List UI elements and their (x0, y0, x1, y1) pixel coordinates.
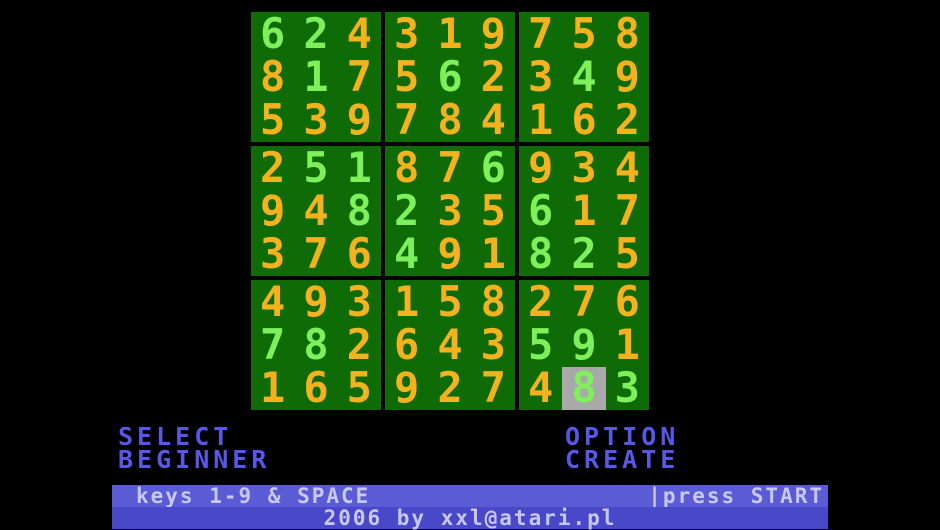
sudoku-cell[interactable]: 5 (251, 99, 294, 142)
sudoku-cell[interactable]: 9 (562, 323, 605, 366)
sudoku-cell[interactable]: 1 (251, 367, 294, 410)
sudoku-cell[interactable]: 5 (562, 12, 605, 55)
sudoku-cell[interactable]: 2 (519, 280, 562, 323)
sudoku-cell[interactable]: 8 (385, 146, 428, 189)
sudoku-cell[interactable]: 6 (562, 99, 605, 142)
sudoku-cell[interactable]: 1 (294, 55, 337, 98)
sudoku-cell[interactable]: 2 (294, 12, 337, 55)
sudoku-cell[interactable]: 4 (606, 146, 649, 189)
sudoku-cell[interactable]: 9 (294, 280, 337, 323)
sudoku-cell[interactable]: 2 (606, 99, 649, 142)
sudoku-cell[interactable]: 6 (385, 323, 428, 366)
sudoku-cell[interactable]: 2 (428, 367, 471, 410)
sudoku-cell[interactable]: 7 (428, 146, 471, 189)
sudoku-cell[interactable]: 6 (606, 280, 649, 323)
sudoku-cell[interactable]: 3 (385, 12, 428, 55)
sudoku-cell[interactable]: 3 (338, 280, 381, 323)
difficulty-value[interactable]: BEGINNER (118, 447, 270, 472)
sudoku-cell[interactable]: 9 (519, 146, 562, 189)
sudoku-cell[interactable]: 4 (519, 367, 562, 410)
sudoku-cell[interactable]: 5 (294, 146, 337, 189)
sudoku-cell[interactable]: 3 (428, 189, 471, 232)
sudoku-cell[interactable]: 9 (472, 12, 515, 55)
sudoku-cell[interactable]: 6 (251, 12, 294, 55)
sudoku-box: 934 617 825 (519, 146, 649, 276)
sudoku-box: 876 235 491 (385, 146, 515, 276)
sudoku-cell[interactable]: 8 (338, 189, 381, 232)
sudoku-cell[interactable]: 8 (519, 233, 562, 276)
sudoku-cell[interactable]: 2 (562, 233, 605, 276)
sudoku-cell[interactable]: 4 (251, 280, 294, 323)
sudoku-cell[interactable]: 1 (519, 99, 562, 142)
sudoku-box: 251 948 376 (251, 146, 381, 276)
status-bar: keys 1-9 & SPACE |press START (112, 484, 828, 508)
sudoku-cell[interactable]: 4 (338, 12, 381, 55)
sudoku-cell[interactable]: 9 (428, 233, 471, 276)
sudoku-cell[interactable]: 1 (338, 146, 381, 189)
sudoku-cell[interactable]: 4 (562, 55, 605, 98)
sudoku-cell[interactable]: 2 (251, 146, 294, 189)
sudoku-cell[interactable]: 4 (294, 189, 337, 232)
start-hint: |press START (648, 484, 824, 508)
sudoku-box: 758 349 162 (519, 12, 649, 142)
sudoku-box: 624 817 539 (251, 12, 381, 142)
sudoku-cell[interactable]: 3 (562, 146, 605, 189)
sudoku-board: 6248175393195627847583491622519483768762… (251, 12, 649, 410)
sudoku-box: 319 562 784 (385, 12, 515, 142)
sudoku-cell[interactable]: 4 (472, 99, 515, 142)
sudoku-box: 493 782 165 (251, 280, 381, 410)
sudoku-cell[interactable]: 7 (385, 99, 428, 142)
sudoku-cell[interactable]: 6 (428, 55, 471, 98)
sudoku-cell[interactable]: 7 (294, 233, 337, 276)
sudoku-cell[interactable]: 2 (385, 189, 428, 232)
sudoku-cell[interactable]: 5 (428, 280, 471, 323)
sudoku-cell[interactable]: 4 (385, 233, 428, 276)
sudoku-cell[interactable]: 8 (294, 323, 337, 366)
sudoku-cell[interactable]: 6 (338, 233, 381, 276)
sudoku-cell[interactable]: 7 (606, 189, 649, 232)
sudoku-cell[interactable]: 6 (519, 189, 562, 232)
sudoku-cell[interactable]: 5 (385, 55, 428, 98)
sudoku-cell[interactable]: 6 (294, 367, 337, 410)
sudoku-cell[interactable]: 6 (472, 146, 515, 189)
credits-bar: 2006 by xxl@atari.pl (112, 506, 828, 530)
sudoku-cell[interactable]: 3 (606, 367, 649, 410)
cursor-cell[interactable]: 8 (562, 367, 606, 410)
sudoku-cell[interactable]: 1 (562, 189, 605, 232)
sudoku-box: 276 591 483 (519, 280, 649, 410)
sudoku-cell[interactable]: 3 (472, 323, 515, 366)
sudoku-cell[interactable]: 8 (428, 99, 471, 142)
sudoku-cell[interactable]: 4 (428, 323, 471, 366)
sudoku-cell[interactable]: 1 (606, 323, 649, 366)
sudoku-cell[interactable]: 9 (338, 99, 381, 142)
sudoku-cell[interactable]: 2 (472, 55, 515, 98)
sudoku-cell[interactable]: 1 (472, 233, 515, 276)
sudoku-cell[interactable]: 7 (519, 12, 562, 55)
sudoku-cell[interactable]: 8 (472, 280, 515, 323)
sudoku-cell[interactable]: 9 (385, 367, 428, 410)
sudoku-cell[interactable]: 7 (472, 367, 515, 410)
keys-hint: keys 1-9 & SPACE (136, 484, 371, 508)
sudoku-cell[interactable]: 7 (338, 55, 381, 98)
sudoku-cell[interactable]: 9 (251, 189, 294, 232)
sudoku-cell[interactable]: 5 (472, 189, 515, 232)
sudoku-cell[interactable]: 2 (338, 323, 381, 366)
credits-text: 2006 by xxl@atari.pl (323, 506, 617, 530)
sudoku-cell[interactable]: 8 (606, 12, 649, 55)
sudoku-cell[interactable]: 8 (251, 55, 294, 98)
sudoku-cell[interactable]: 5 (338, 367, 381, 410)
sudoku-cell[interactable]: 3 (294, 99, 337, 142)
sudoku-cell[interactable]: 7 (251, 323, 294, 366)
sudoku-cell[interactable]: 3 (251, 233, 294, 276)
sudoku-cell[interactable]: 5 (519, 323, 562, 366)
sudoku-cell[interactable]: 7 (562, 280, 605, 323)
sudoku-box: 158 643 927 (385, 280, 515, 410)
mode-value[interactable]: CREATE (565, 447, 679, 472)
sudoku-cell[interactable]: 9 (606, 55, 649, 98)
sudoku-cell[interactable]: 5 (606, 233, 649, 276)
sudoku-cell[interactable]: 3 (519, 55, 562, 98)
sudoku-cell[interactable]: 1 (428, 12, 471, 55)
sudoku-cell[interactable]: 1 (385, 280, 428, 323)
